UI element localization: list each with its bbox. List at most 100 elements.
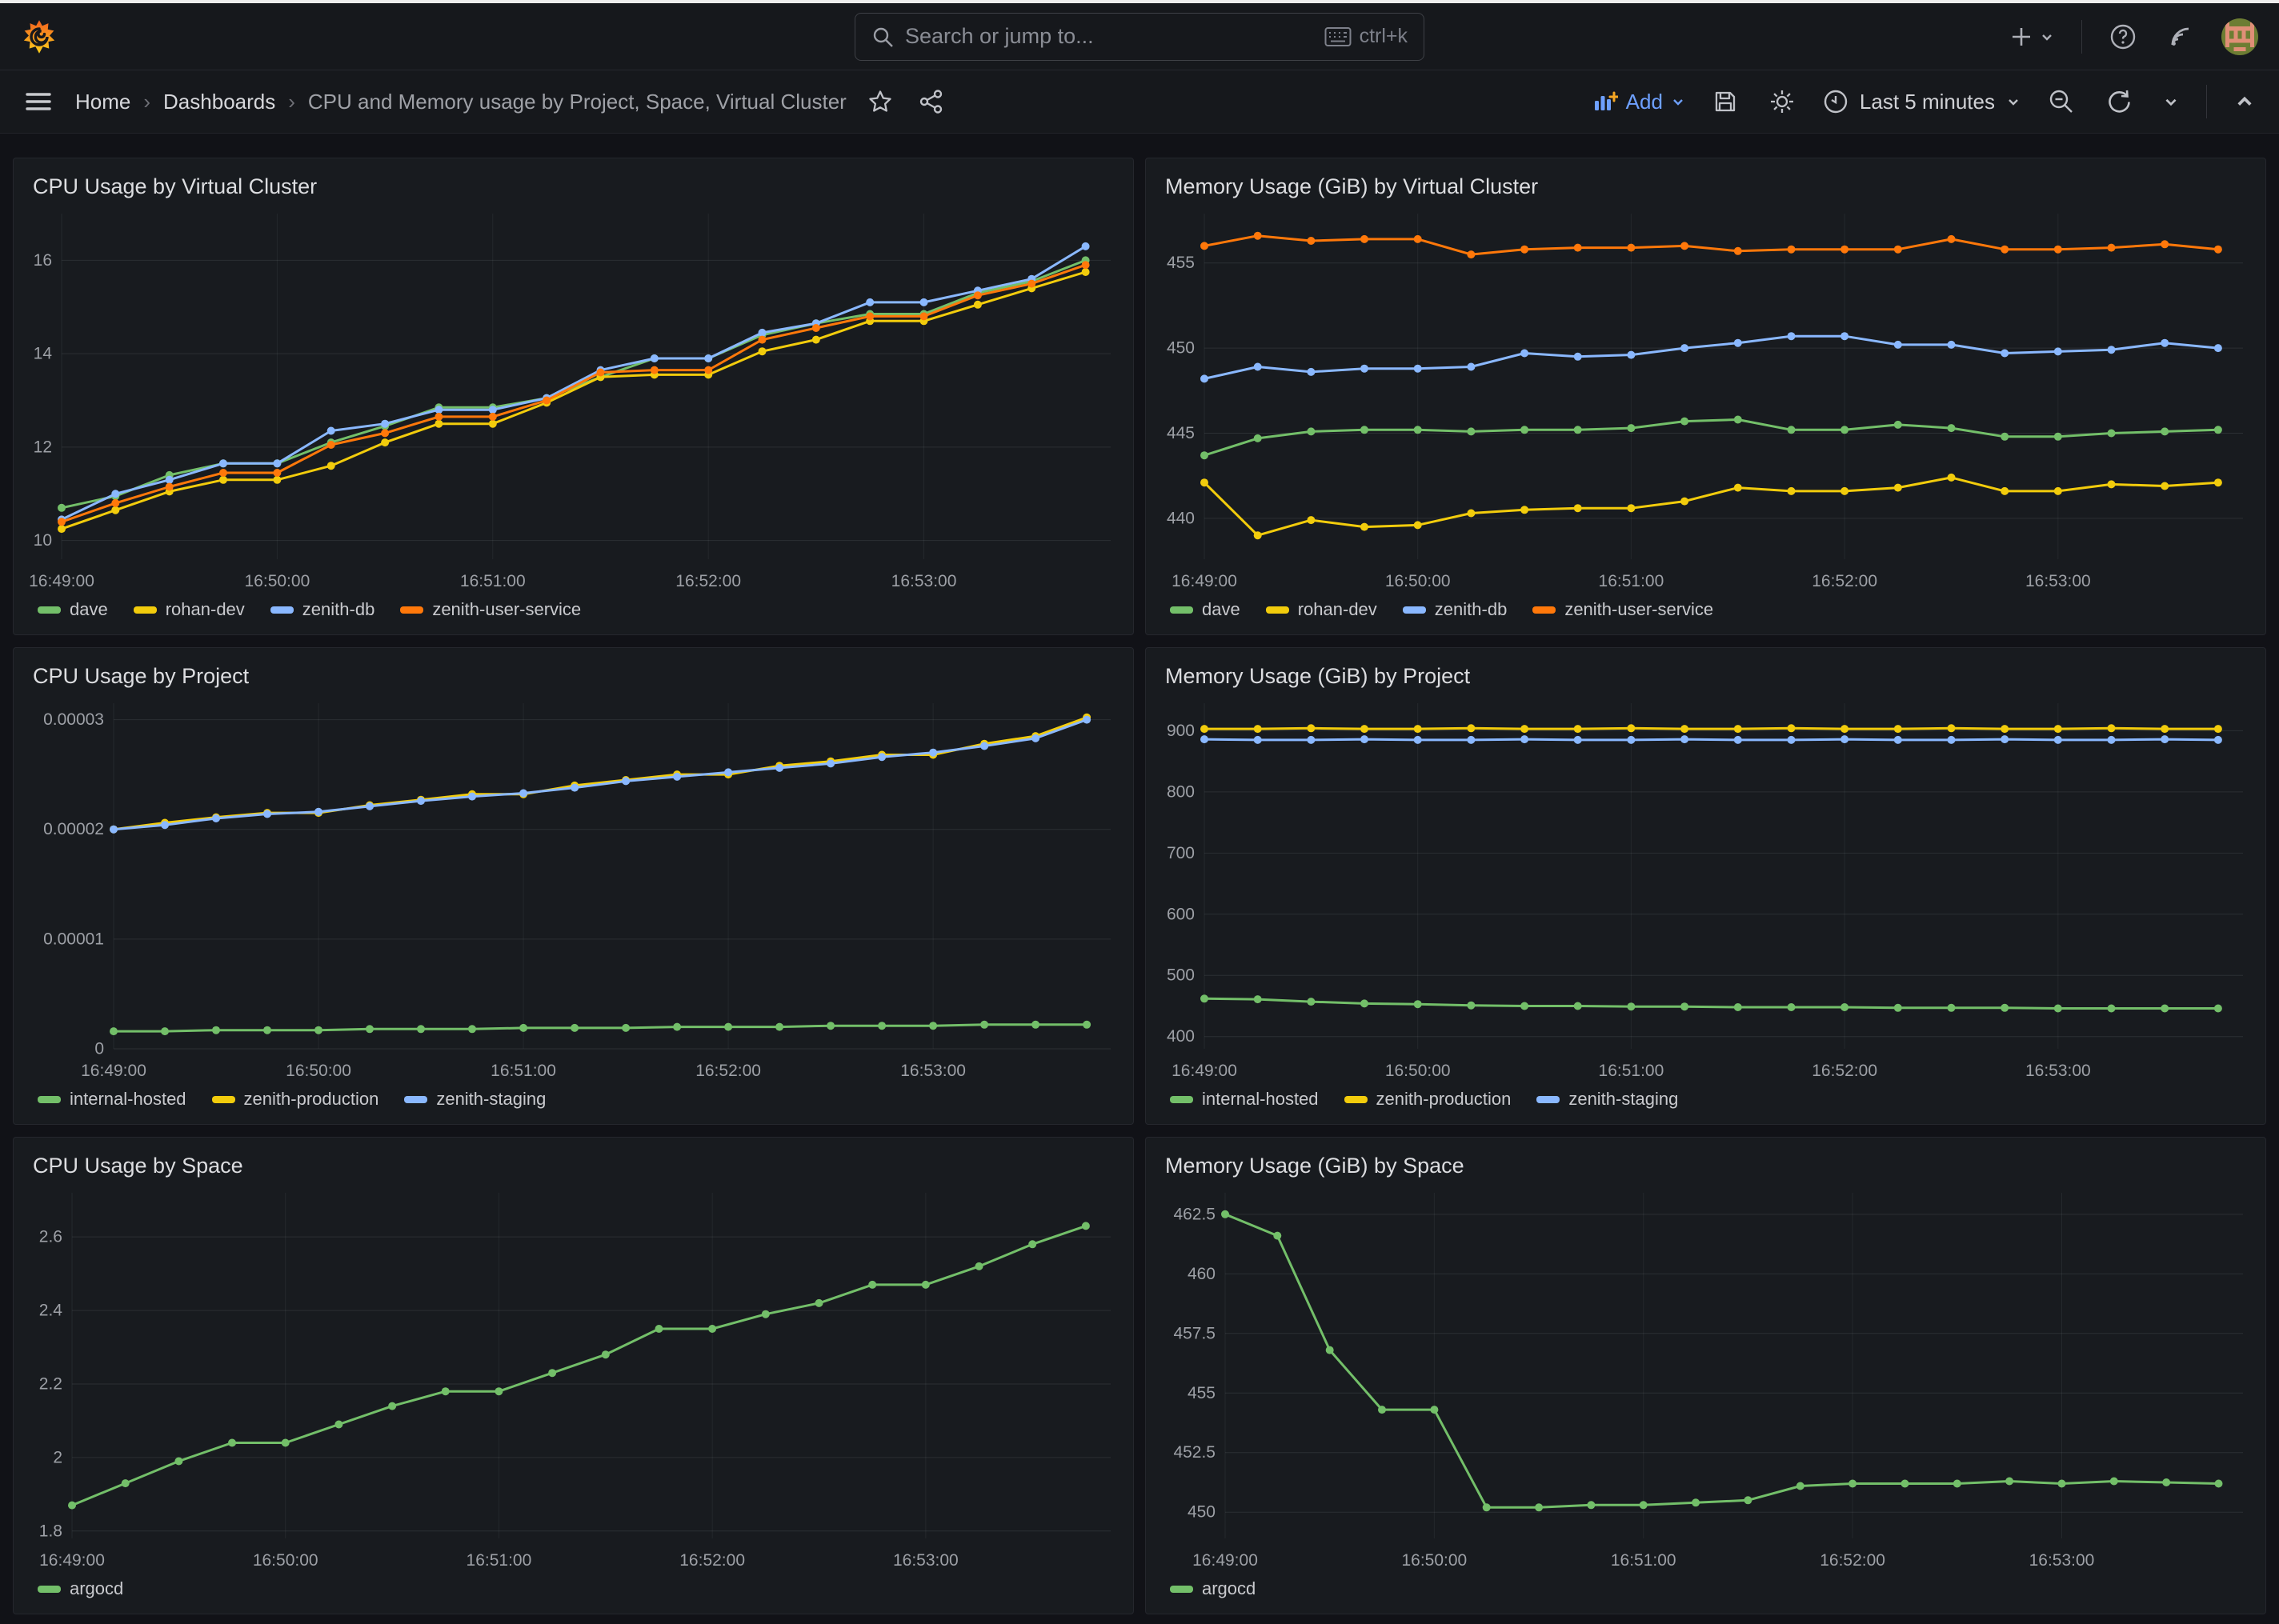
- save-dashboard-button[interactable]: [1709, 86, 1741, 118]
- svg-text:400: 400: [1167, 1027, 1195, 1046]
- chart-legend: dave rohan-dev zenith-db zenith-user-servic…: [14, 596, 1133, 634]
- svg-text:16:50:00: 16:50:00: [1385, 1062, 1451, 1080]
- breadcrumb-dashboards[interactable]: Dashboards: [163, 90, 275, 114]
- svg-text:455: 455: [1167, 254, 1195, 272]
- search-shortcut: ctrl+k: [1324, 25, 1408, 48]
- legend-item-zenith-staging[interactable]: zenith-staging: [404, 1089, 546, 1110]
- legend-label: rohan-dev: [1298, 599, 1377, 620]
- share-button[interactable]: [915, 86, 947, 118]
- legend-item-rohan-dev[interactable]: rohan-dev: [134, 599, 245, 620]
- svg-text:16:50:00: 16:50:00: [245, 572, 310, 590]
- legend-label: argocd: [1202, 1578, 1256, 1599]
- svg-text:16:51:00: 16:51:00: [1611, 1551, 1676, 1570]
- legend-item-zenith-user-service[interactable]: zenith-user-service: [400, 599, 581, 620]
- svg-text:700: 700: [1167, 844, 1195, 862]
- panel-memory-usage-by-virtual-cluster: Memory Usage (GiB) by Virtual Cluster 44…: [1145, 158, 2266, 635]
- legend-swatch: [134, 606, 157, 614]
- chevron-down-icon: [2040, 30, 2054, 44]
- timeseries-chart[interactable]: 00.000010.000020.0000316:49:0016:50:0016…: [22, 694, 1125, 1086]
- refresh-button[interactable]: [2102, 85, 2136, 118]
- chart-legend: argocd: [1146, 1575, 2265, 1614]
- zoom-out-time-button[interactable]: [2045, 85, 2078, 118]
- panel-title[interactable]: CPU Usage by Virtual Cluster: [33, 174, 317, 198]
- favorite-star-button[interactable]: [864, 86, 896, 118]
- search-input[interactable]: [905, 24, 1313, 49]
- legend-swatch: [1170, 1586, 1193, 1593]
- legend-label: zenith-production: [1376, 1089, 1512, 1110]
- legend-label: internal-hosted: [1202, 1089, 1319, 1110]
- time-range-picker[interactable]: Last 5 minutes: [1823, 89, 2021, 114]
- legend-label: zenith-db: [1435, 599, 1508, 620]
- legend-label: zenith-user-service: [432, 599, 581, 620]
- panel-title[interactable]: Memory Usage (GiB) by Virtual Cluster: [1165, 174, 1538, 198]
- user-avatar[interactable]: [2221, 18, 2258, 55]
- breadcrumb-home[interactable]: Home: [75, 90, 130, 114]
- panel-title[interactable]: Memory Usage (GiB) by Project: [1165, 664, 1470, 688]
- legend-swatch: [212, 1096, 235, 1103]
- legend-label: zenith-user-service: [1564, 599, 1713, 620]
- svg-text:16:49:00: 16:49:00: [1192, 1551, 1258, 1570]
- timeseries-chart[interactable]: 1.822.22.42.616:49:0016:50:0016:51:0016:…: [22, 1183, 1125, 1575]
- timeseries-chart[interactable]: 450452.5455457.5460462.516:49:0016:50:00…: [1154, 1183, 2257, 1575]
- legend-item-rohan-dev[interactable]: rohan-dev: [1266, 599, 1377, 620]
- svg-text:900: 900: [1167, 722, 1195, 740]
- dashboard-settings-button[interactable]: [1765, 85, 1799, 118]
- svg-text:16:53:00: 16:53:00: [2029, 1551, 2095, 1570]
- legend-item-dave[interactable]: dave: [1170, 599, 1240, 620]
- refresh-interval-dropdown[interactable]: [2160, 90, 2182, 113]
- svg-text:16:51:00: 16:51:00: [1599, 1062, 1664, 1080]
- svg-text:462.5: 462.5: [1173, 1205, 1216, 1223]
- collapse-toolbar-button[interactable]: [2231, 88, 2258, 115]
- top-bar-divider: [2081, 20, 2082, 54]
- help-button[interactable]: [2106, 20, 2140, 54]
- legend-item-zenith-db[interactable]: zenith-db: [1403, 599, 1508, 620]
- add-panel-button[interactable]: Add: [1592, 90, 1685, 114]
- menu-toggle-button[interactable]: [21, 86, 56, 118]
- svg-text:16:52:00: 16:52:00: [1820, 1551, 1885, 1570]
- timeseries-chart[interactable]: 40050060070080090016:49:0016:50:0016:51:…: [1154, 694, 2257, 1086]
- panel-cpu-usage-by-space: CPU Usage by Space 1.822.22.42.616:49:00…: [13, 1137, 1134, 1614]
- svg-text:16:53:00: 16:53:00: [893, 1551, 959, 1570]
- panel-title[interactable]: CPU Usage by Project: [33, 664, 249, 688]
- panel-title[interactable]: CPU Usage by Space: [33, 1154, 243, 1178]
- svg-text:14: 14: [34, 345, 53, 363]
- legend-item-internal-hosted[interactable]: internal-hosted: [38, 1089, 186, 1110]
- svg-text:455: 455: [1188, 1384, 1216, 1402]
- legend-item-argocd[interactable]: argocd: [38, 1578, 123, 1599]
- news-rss-button[interactable]: [2164, 20, 2197, 54]
- svg-text:800: 800: [1167, 782, 1195, 801]
- global-search[interactable]: ctrl+k: [855, 13, 1424, 61]
- legend-item-zenith-production[interactable]: zenith-production: [1344, 1089, 1512, 1110]
- legend-item-zenith-user-service[interactable]: zenith-user-service: [1532, 599, 1713, 620]
- legend-swatch: [1532, 606, 1556, 614]
- legend-item-zenith-production[interactable]: zenith-production: [212, 1089, 379, 1110]
- legend-swatch: [1403, 606, 1426, 614]
- add-panel-icon: [1592, 90, 1618, 114]
- legend-swatch: [1170, 1096, 1193, 1103]
- legend-label: zenith-staging: [436, 1089, 546, 1110]
- timeseries-chart[interactable]: 44044545045516:49:0016:50:0016:51:0016:5…: [1154, 204, 2257, 596]
- search-icon: [871, 26, 894, 48]
- svg-text:0.00002: 0.00002: [43, 820, 104, 838]
- panel-cpu-usage-by-virtual-cluster: CPU Usage by Virtual Cluster 1012141616:…: [13, 158, 1134, 635]
- new-button[interactable]: [2006, 22, 2057, 52]
- breadcrumb-separator: ›: [288, 90, 295, 114]
- legend-item-zenith-staging[interactable]: zenith-staging: [1536, 1089, 1678, 1110]
- legend-item-zenith-db[interactable]: zenith-db: [270, 599, 375, 620]
- legend-swatch: [38, 1096, 61, 1103]
- timeseries-chart[interactable]: 1012141616:49:0016:50:0016:51:0016:52:00…: [22, 204, 1125, 596]
- svg-text:2.6: 2.6: [39, 1228, 62, 1246]
- svg-text:16:53:00: 16:53:00: [2025, 572, 2091, 590]
- panel-title[interactable]: Memory Usage (GiB) by Space: [1165, 1154, 1464, 1178]
- svg-text:16:49:00: 16:49:00: [29, 572, 94, 590]
- legend-label: dave: [70, 599, 108, 620]
- legend-item-internal-hosted[interactable]: internal-hosted: [1170, 1089, 1319, 1110]
- svg-text:16:51:00: 16:51:00: [1599, 572, 1664, 590]
- legend-item-dave[interactable]: dave: [38, 599, 108, 620]
- svg-text:0.00003: 0.00003: [43, 710, 104, 729]
- svg-text:16:49:00: 16:49:00: [81, 1062, 146, 1080]
- legend-item-argocd[interactable]: argocd: [1170, 1578, 1256, 1599]
- svg-text:450: 450: [1167, 339, 1195, 358]
- grafana-logo-icon[interactable]: [21, 18, 58, 55]
- top-bar: ctrl+k: [0, 3, 2279, 70]
